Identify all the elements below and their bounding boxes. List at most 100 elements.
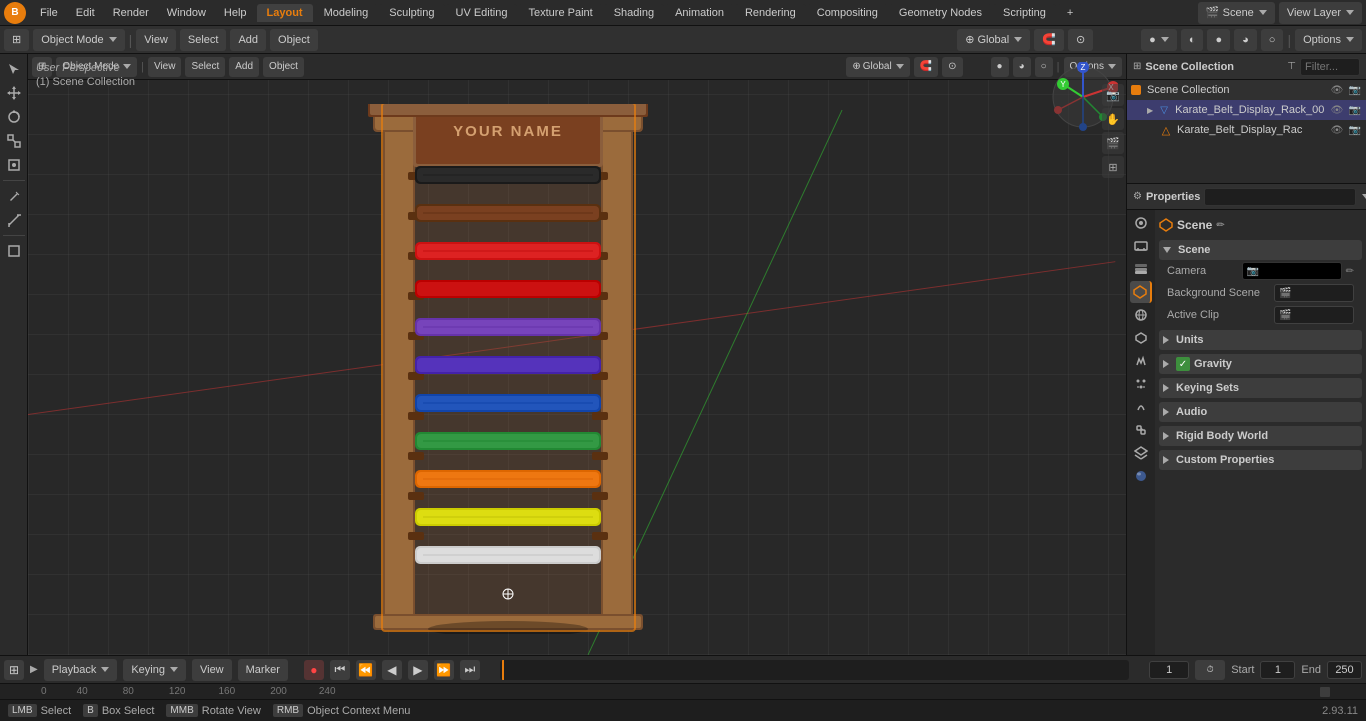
vp-move-overlay[interactable]: ✋: [1102, 108, 1124, 130]
gravity-section-header[interactable]: ✓ Gravity: [1159, 354, 1362, 374]
prop-scene-icon[interactable]: [1130, 281, 1152, 303]
expand-arrow[interactable]: ▶: [1147, 106, 1153, 115]
transform-global-btn[interactable]: ⊕ Global: [957, 29, 1030, 51]
prop-view-layer-icon[interactable]: [1130, 258, 1152, 280]
outliner-filter-input[interactable]: [1300, 58, 1360, 76]
gravity-checkbox[interactable]: ✓: [1176, 357, 1190, 371]
play-btn[interactable]: ▶: [408, 660, 428, 680]
custom-props-header[interactable]: Custom Properties: [1159, 450, 1362, 470]
vp-grid-overlay[interactable]: ⊞: [1102, 156, 1124, 178]
tab-layout[interactable]: Layout: [257, 4, 313, 22]
tab-rendering[interactable]: Rendering: [735, 4, 806, 22]
cursor-tool[interactable]: [3, 58, 25, 80]
object-menu-btn[interactable]: Object: [270, 29, 318, 51]
prop-output-icon[interactable]: [1130, 235, 1152, 257]
jump-start-btn[interactable]: ⏮: [330, 660, 350, 680]
tab-geometry-nodes[interactable]: Geometry Nodes: [889, 4, 992, 22]
tab-compositing[interactable]: Compositing: [807, 4, 888, 22]
menu-edit[interactable]: Edit: [68, 5, 103, 21]
material-btn[interactable]: ◕: [1234, 29, 1257, 51]
rotate-tool[interactable]: [3, 106, 25, 128]
collection-render[interactable]: 📷: [1348, 83, 1362, 97]
prop-render-icon[interactable]: [1130, 212, 1152, 234]
sub-visibility[interactable]: 👁: [1330, 123, 1344, 137]
move-tool[interactable]: [3, 82, 25, 104]
next-keyframe-btn[interactable]: ⏩: [434, 660, 454, 680]
timeline-scroll-indicator[interactable]: [1320, 687, 1330, 697]
rack-render[interactable]: 📷: [1348, 103, 1362, 117]
timeline-type-icon[interactable]: ▶: [30, 664, 38, 675]
prop-particles-icon[interactable]: [1130, 373, 1152, 395]
select-menu-btn[interactable]: Select: [180, 29, 227, 51]
render-preview-btn[interactable]: ○: [1261, 29, 1284, 51]
outliner-rack-sub-item[interactable]: △ Karate_Belt_Display_Rac 👁 📷: [1127, 120, 1366, 140]
prop-object-icon[interactable]: [1130, 327, 1152, 349]
properties-filter-input[interactable]: [1204, 188, 1356, 206]
background-scene-value[interactable]: 🎬: [1274, 284, 1354, 302]
vp-film-overlay[interactable]: 🎬: [1102, 132, 1124, 154]
prop-data-icon[interactable]: [1130, 442, 1152, 464]
play-reverse-btn[interactable]: ◀: [382, 660, 402, 680]
rigid-body-header[interactable]: Rigid Body World: [1159, 426, 1362, 446]
view-layer-selector[interactable]: View Layer: [1279, 2, 1362, 24]
units-section-header[interactable]: Units: [1159, 330, 1362, 350]
camera-value[interactable]: 📷: [1242, 262, 1342, 280]
audio-section-header[interactable]: Audio: [1159, 402, 1362, 422]
tab-modeling[interactable]: Modeling: [314, 4, 379, 22]
active-clip-value[interactable]: 🎬: [1274, 306, 1354, 324]
view-menu-btn[interactable]: View: [136, 29, 176, 51]
vp-camera-overlay[interactable]: 📷: [1102, 84, 1124, 106]
current-frame-input[interactable]: 1: [1149, 661, 1189, 679]
tab-add[interactable]: +: [1057, 4, 1083, 22]
frame-end-input[interactable]: 250: [1327, 661, 1362, 679]
prop-modifier-icon[interactable]: [1130, 350, 1152, 372]
prop-physics-icon[interactable]: [1130, 396, 1152, 418]
camera-edit-btn[interactable]: ✏: [1346, 266, 1354, 277]
add-box-tool[interactable]: [3, 240, 25, 262]
vp-viewport-shading[interactable]: ●: [991, 57, 1009, 77]
solid-btn[interactable]: ●: [1207, 29, 1230, 51]
vp-object-btn[interactable]: Object: [263, 57, 304, 77]
xray-btn[interactable]: ◐: [1181, 29, 1204, 51]
tab-texture-paint[interactable]: Texture Paint: [518, 4, 602, 22]
fps-btn[interactable]: ⏱: [1195, 660, 1225, 680]
prop-world-icon[interactable]: [1130, 304, 1152, 326]
vp-add-btn[interactable]: Add: [229, 57, 259, 77]
prev-keyframe-btn[interactable]: ⏪: [356, 660, 376, 680]
menu-file[interactable]: File: [32, 5, 66, 21]
collection-visibility[interactable]: 👁: [1330, 83, 1344, 97]
annotate-tool[interactable]: [3, 185, 25, 207]
tab-scripting[interactable]: Scripting: [993, 4, 1056, 22]
outliner-rack-item[interactable]: ▶ ▽ Karate_Belt_Display_Rack_00 👁 📷: [1127, 100, 1366, 120]
keying-btn[interactable]: Keying: [123, 659, 186, 681]
vp-global-btn[interactable]: ⊕ Global: [846, 57, 909, 77]
record-btn[interactable]: ●: [304, 660, 324, 680]
prop-constraints-icon[interactable]: [1130, 419, 1152, 441]
tab-shading[interactable]: Shading: [604, 4, 664, 22]
viewport-3d[interactable]: ⊞ Object Mode | View Select Add Object ⊕…: [28, 54, 1126, 655]
scale-tool[interactable]: [3, 130, 25, 152]
sub-render[interactable]: 📷: [1348, 123, 1362, 137]
object-mode-btn[interactable]: Object Mode: [33, 29, 124, 51]
timeline-editor-type[interactable]: ⊞: [4, 660, 24, 680]
menu-help[interactable]: Help: [216, 5, 255, 21]
vp-snap-btn[interactable]: 🧲: [914, 57, 938, 77]
editor-type-btn[interactable]: ⊞: [4, 29, 29, 51]
options-btn[interactable]: Options: [1295, 29, 1362, 51]
tab-animation[interactable]: Animation: [665, 4, 734, 22]
tab-sculpting[interactable]: Sculpting: [379, 4, 444, 22]
outliner-scene-collection[interactable]: Scene Collection 👁 📷: [1127, 80, 1366, 100]
overlay-btn[interactable]: ●: [1141, 29, 1177, 51]
frame-start-input[interactable]: 1: [1260, 661, 1295, 679]
vp-proportional-btn[interactable]: ⊙: [942, 57, 962, 77]
vp-select-btn[interactable]: Select: [185, 57, 225, 77]
vp-material-btn[interactable]: ◕: [1013, 57, 1031, 77]
vp-view-btn[interactable]: View: [148, 57, 182, 77]
menu-render[interactable]: Render: [105, 5, 157, 21]
menu-window[interactable]: Window: [159, 5, 214, 21]
proportional-btn[interactable]: ⊙: [1068, 29, 1093, 51]
timeline-scrubber[interactable]: [500, 660, 1129, 680]
jump-end-btn[interactable]: ⏭: [460, 660, 480, 680]
prop-material-icon[interactable]: [1130, 465, 1152, 487]
snap-btn[interactable]: 🧲: [1034, 29, 1064, 51]
